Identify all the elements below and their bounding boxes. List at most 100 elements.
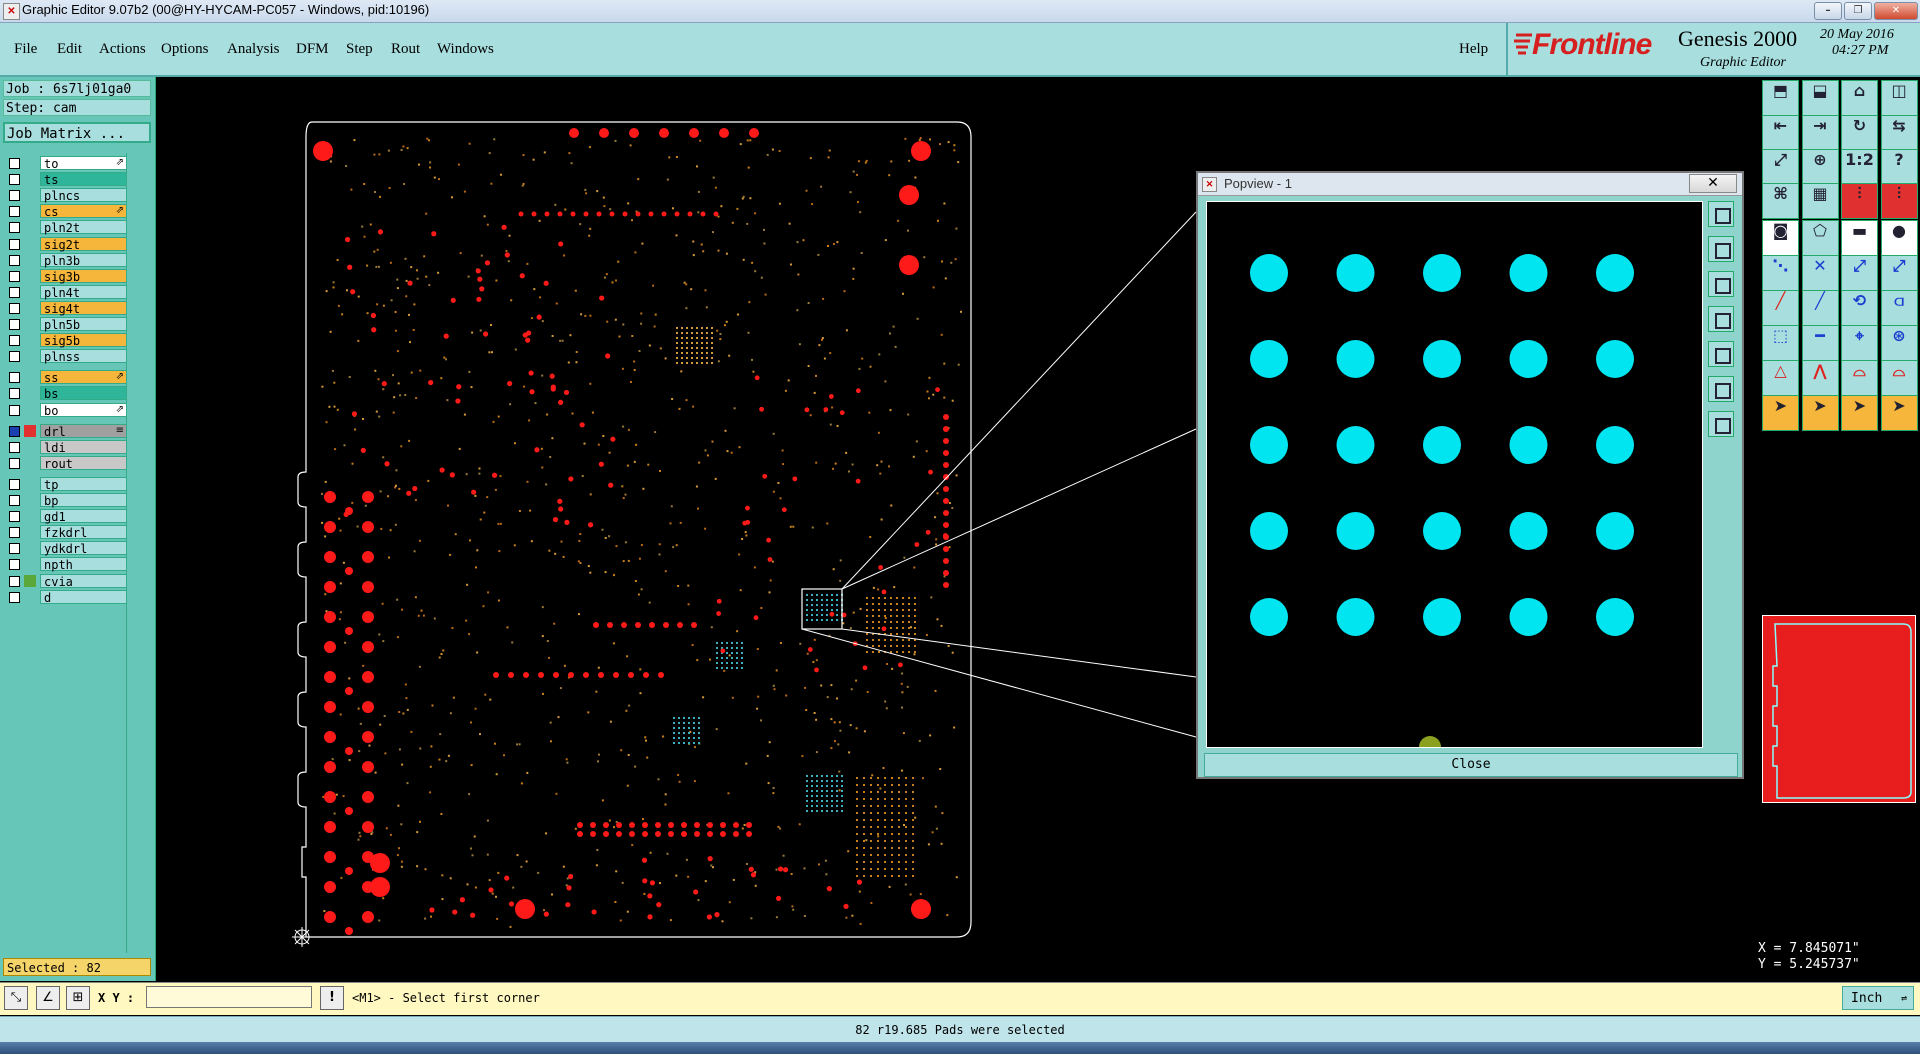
circle-icon[interactable]: ⊛ xyxy=(1880,325,1918,361)
layer-row-bp[interactable]: bp xyxy=(6,493,128,508)
layer-checkbox[interactable] xyxy=(9,404,20,416)
layer-row-cvia[interactable]: cvia xyxy=(6,573,128,589)
popview-tool-button[interactable] xyxy=(1708,411,1734,437)
layer-name[interactable]: npth xyxy=(40,557,128,572)
export-icon[interactable]: ⇥ xyxy=(1801,115,1839,151)
layer-checkbox[interactable] xyxy=(9,457,20,469)
ruler-icon[interactable]: ▬ xyxy=(1841,220,1878,256)
ratio-icon[interactable]: 1:2 xyxy=(1841,149,1878,185)
layer-name[interactable]: gd1 xyxy=(40,509,128,524)
layer-name[interactable]: sig5b xyxy=(40,333,128,348)
layer-checkbox[interactable] xyxy=(9,302,20,314)
select-box-icon[interactable]: ⬚ xyxy=(1762,325,1799,361)
flip-icon[interactable]: ⇆ xyxy=(1880,115,1918,151)
layer-name[interactable]: ts xyxy=(40,172,128,187)
layer-row-rout[interactable]: rout xyxy=(6,455,128,471)
popview-tool-button[interactable] xyxy=(1708,201,1734,227)
layer-name[interactable]: sig3b xyxy=(40,268,128,284)
open-icon[interactable]: ⬒ xyxy=(1762,80,1799,116)
layer-checkbox[interactable] xyxy=(9,174,20,186)
layer-row-bs[interactable]: bs xyxy=(6,386,128,401)
snap-icon[interactable]: ⫶ xyxy=(1841,183,1878,219)
minimize-button[interactable]: – xyxy=(1814,2,1842,20)
layer-row-ydkdrl[interactable]: ydkdrl xyxy=(6,541,128,556)
layer-name[interactable]: plncs xyxy=(40,188,128,203)
layer-checkbox[interactable] xyxy=(9,190,20,202)
layer-name[interactable]: bp xyxy=(40,493,128,508)
popview-window[interactable]: ✕ Popview - 1 ✕ Close xyxy=(1196,171,1744,779)
maximize-button[interactable]: ❐ xyxy=(1844,2,1872,20)
help-icon[interactable]: ? xyxy=(1880,149,1918,185)
layer-name[interactable]: sig4t xyxy=(40,300,128,316)
overview-map[interactable] xyxy=(1762,615,1916,803)
layer-checkbox[interactable] xyxy=(9,286,20,298)
layer-name[interactable]: d xyxy=(40,589,128,605)
layer-row-tp[interactable]: tp xyxy=(6,476,128,492)
layer-name[interactable]: cvia xyxy=(40,573,128,589)
layer-row-ts[interactable]: ts xyxy=(6,172,128,187)
layer-name[interactable]: to ⇗ xyxy=(40,156,128,171)
layer-name[interactable]: fzkdrl xyxy=(40,525,128,540)
layer-row-pln2t[interactable]: pln2t xyxy=(6,220,128,235)
layer-checkbox[interactable] xyxy=(9,206,20,218)
connect-alt-icon[interactable]: ⤢ xyxy=(1880,255,1918,291)
layer-checkbox[interactable] xyxy=(9,319,20,330)
align-icon[interactable]: ⫏ xyxy=(1880,290,1918,326)
snap-mode-icon[interactable]: ⤡ xyxy=(4,986,28,1010)
layer-row-plnss[interactable]: plnss xyxy=(6,349,128,364)
layer-checkbox[interactable] xyxy=(9,335,20,347)
layer-name[interactable]: pln3b xyxy=(40,252,128,268)
popview-tool-button[interactable] xyxy=(1708,236,1734,262)
layer-checkbox[interactable] xyxy=(9,559,20,571)
import-icon[interactable]: ⇤ xyxy=(1762,115,1799,151)
angle-mode-icon[interactable]: ∠ xyxy=(36,986,60,1010)
layer-row-drl[interactable]: drl ≡ xyxy=(6,423,128,439)
layer-row-to[interactable]: to ⇗ xyxy=(6,156,128,171)
layer-checkbox[interactable] xyxy=(9,351,20,363)
layer-row-pln3b[interactable]: pln3b xyxy=(6,252,128,268)
save-icon[interactable]: ⬓ xyxy=(1801,80,1839,116)
popview-tool-button[interactable] xyxy=(1708,271,1734,297)
zoom-icon[interactable]: ⊕ xyxy=(1801,149,1839,185)
popview-tool-button[interactable] xyxy=(1708,306,1734,332)
menu-analysis[interactable]: Analysis xyxy=(227,41,280,58)
layer-row-ss[interactable]: ss ⇗ xyxy=(6,370,128,385)
layer-row-sig2t[interactable]: sig2t xyxy=(6,236,128,252)
popview-tool-button[interactable] xyxy=(1708,376,1734,402)
layer-row-sig4t[interactable]: sig4t xyxy=(6,300,128,316)
layer-row-pln5b[interactable]: pln5b xyxy=(6,317,128,332)
layer-row-cs[interactable]: cs ⇗ xyxy=(6,204,128,219)
rotate-icon[interactable]: ↻ xyxy=(1841,115,1878,151)
layer-checkbox[interactable] xyxy=(9,478,20,490)
photo-icon[interactable]: ◙ xyxy=(1762,220,1799,256)
line-icon[interactable]: ╱ xyxy=(1762,290,1799,326)
layer-name[interactable]: sig2t xyxy=(40,236,128,252)
connect-icon[interactable]: ⤢ xyxy=(1841,255,1878,291)
menu-file[interactable]: File xyxy=(14,41,37,58)
layer-row-sig3b[interactable]: sig3b xyxy=(6,268,128,284)
measure-icon[interactable]: ⌖ xyxy=(1841,325,1878,361)
layer-row-ldi[interactable]: ldi xyxy=(6,439,128,455)
menu-help[interactable]: Help xyxy=(1459,41,1488,58)
job-matrix-button[interactable]: Job Matrix ... xyxy=(3,122,151,143)
cross-icon[interactable]: ✕ xyxy=(1801,255,1839,291)
slash-icon[interactable]: ╱ xyxy=(1801,290,1839,326)
popview-zoom-area[interactable] xyxy=(1206,201,1703,748)
menu-edit[interactable]: Edit xyxy=(57,41,82,58)
layer-checkbox[interactable] xyxy=(9,238,20,250)
layer-name[interactable]: ss ⇗ xyxy=(40,370,128,385)
pointer-select-icon[interactable]: ➤ xyxy=(1801,395,1839,431)
layer-checkbox[interactable] xyxy=(9,511,20,523)
layer-name[interactable]: cs ⇗ xyxy=(40,204,128,219)
units-select[interactable]: Inch ⇌ xyxy=(1842,986,1914,1010)
layer-name[interactable]: pln5b xyxy=(40,317,128,332)
layer-name[interactable]: plnss xyxy=(40,349,128,364)
xy-input[interactable] xyxy=(146,986,312,1008)
grid-icon[interactable]: ▦ xyxy=(1801,183,1839,219)
minus-icon[interactable]: ━ xyxy=(1801,325,1839,361)
layer-checkbox[interactable] xyxy=(9,388,20,400)
pointer-icon[interactable]: ➤ xyxy=(1762,395,1799,431)
layer-name[interactable]: bo ⇗ xyxy=(40,402,128,418)
layer-row-d[interactable]: d xyxy=(6,589,128,605)
menu-actions[interactable]: Actions xyxy=(99,41,146,58)
